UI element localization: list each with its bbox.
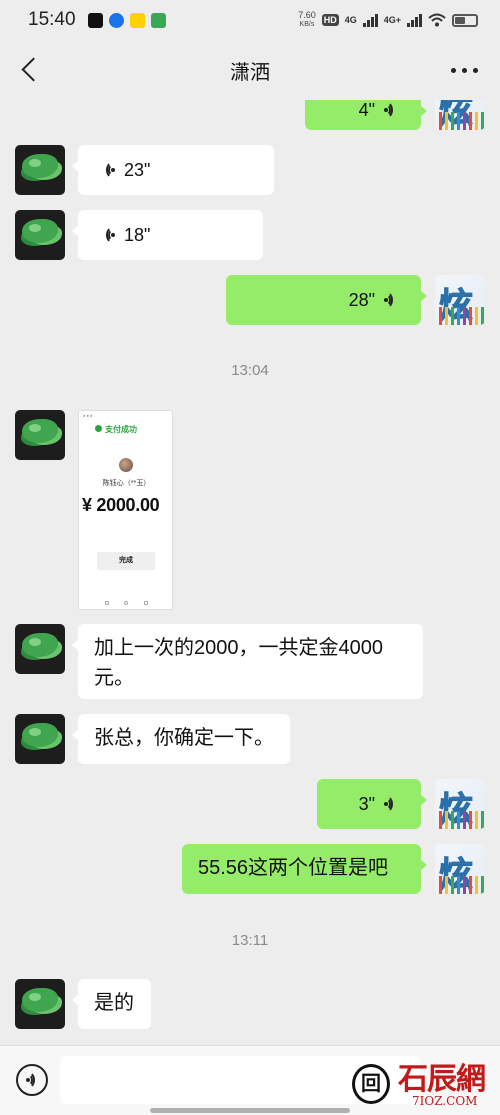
payment-screenshot-image[interactable]: ● ● ● 支付成功 陈钰心（**玉） ¥ 2000.00 完成 [78,410,173,610]
contact-avatar[interactable] [15,145,65,195]
watermark-seal: 回 [352,1064,390,1104]
voice-wave-icon [383,291,401,309]
status-time: 15:40 [28,9,76,30]
avatar-stripe [451,876,454,894]
avatar-stripe [469,307,472,325]
voice-duration: 28" [348,290,375,310]
payee-avatar [119,458,133,472]
avatar-stripe [445,307,448,325]
message-timestamp: 13:04 [231,362,269,379]
fanqie-icon [150,12,166,28]
message-timestamp: 13:11 [231,932,269,949]
voice-input-icon[interactable] [16,1064,48,1096]
contact-avatar[interactable] [15,410,65,460]
status-bar: 15:40 7.60 KB/s HD 4G 4G+ [0,0,500,40]
avatar-stripe [469,876,472,894]
avatar-stripe [451,112,454,130]
avatar-stripe [439,307,442,325]
payment-success-title: 支付成功 [105,425,137,434]
status-app-icons [87,12,166,28]
avatar-stripe [469,112,472,130]
avatar-stripe [469,811,472,829]
text-message-in[interactable]: 是的 [72,979,151,1029]
avatar-stripe [475,112,478,130]
chrome-icon [108,12,124,28]
avatar-stripe [463,307,466,325]
avatar-stripe [481,112,484,130]
meituan-icon [129,12,145,28]
my-avatar[interactable]: 炫 [435,779,485,829]
network-type-2: 4G+ [383,15,401,25]
payee-name: 陈钰心（**玉） [102,480,151,487]
contact-avatar[interactable] [15,714,65,764]
network-type-1: 4G [344,15,357,25]
voice-duration: 3" [358,794,375,814]
home-indicator[interactable] [150,1108,350,1113]
avatar-stripe [451,307,454,325]
avatar-stripe [439,112,442,130]
signal-icon [362,13,378,27]
status-indicators: 7.60 KB/s HD 4G 4G+ [298,11,478,29]
voice-message-in[interactable]: 18" [72,210,263,260]
wifi-icon [428,13,446,27]
battery-icon [452,13,478,27]
avatar-stripe [481,307,484,325]
chat-title: 潇洒 [230,61,270,84]
avatar-stripe [475,307,478,325]
avatar-stripe [475,811,478,829]
signal-icon-2 [407,13,422,27]
more-options-button[interactable] [446,60,482,80]
avatar-stripe [457,811,460,829]
voice-message-out[interactable]: 4" [305,100,427,130]
image-navbar [79,601,174,605]
avatar-stripe [481,811,484,829]
success-check-icon [95,425,102,432]
avatar-stripe [439,811,442,829]
voice-duration: 23" [124,160,151,180]
net-speed: 7.60 KB/s [298,10,316,29]
chat-header: 潇洒 [0,40,500,100]
avatar-stripe [457,112,460,130]
payment-amount: ¥ 2000.00 [82,495,160,515]
avatar-stripe [439,876,442,894]
avatar-stripe [463,112,466,130]
avatar-stripe [457,876,460,894]
watermark: 回 石辰網 7IOZ.COM [350,1050,500,1112]
text-message-in[interactable]: 张总，你确定一下。 [72,714,290,764]
voice-message-out[interactable]: 28" [226,275,427,325]
contact-avatar[interactable] [15,979,65,1029]
my-avatar[interactable]: 炫 [435,844,485,894]
text-message-out[interactable]: 55.56这两个位置是吧 [182,844,427,894]
avatar-stripe [451,811,454,829]
voice-message-out[interactable]: 3" [317,779,427,829]
capcut-icon [87,12,103,28]
avatar-stripe [445,811,448,829]
my-avatar[interactable]: 炫 [435,275,485,325]
contact-avatar[interactable] [15,210,65,260]
voice-wave-icon [98,161,122,179]
voice-duration: 4" [358,100,375,120]
watermark-url: 7IOZ.COM [412,1094,478,1108]
contact-avatar[interactable] [15,624,65,674]
back-button[interactable] [14,54,46,86]
hd-badge: HD [321,14,339,26]
voice-message-in[interactable]: 23" [72,145,274,195]
voice-duration: 18" [124,225,151,245]
avatar-stripe [463,876,466,894]
my-avatar[interactable]: 炫 [435,100,485,130]
done-button-in-image: 完成 [97,552,155,570]
avatar-stripe [445,876,448,894]
avatar-stripe [475,876,478,894]
text-message-in[interactable]: 加上一次的2000，一共定金4000元。 [72,624,423,699]
voice-wave-icon [98,226,122,244]
avatar-stripe [463,811,466,829]
avatar-stripe [445,112,448,130]
voice-wave-icon [383,101,401,119]
avatar-stripe [457,307,460,325]
message-list[interactable]: 4" 炫 23" 18" 28" 炫 13:04 ● ● ● 支付成功 陈钰心（… [0,100,500,1045]
input-bar: 回 石辰網 7IOZ.COM [0,1045,500,1115]
avatar-stripe [481,876,484,894]
voice-wave-icon [383,795,401,813]
watermark-logo: 石辰網 [398,1062,486,1097]
